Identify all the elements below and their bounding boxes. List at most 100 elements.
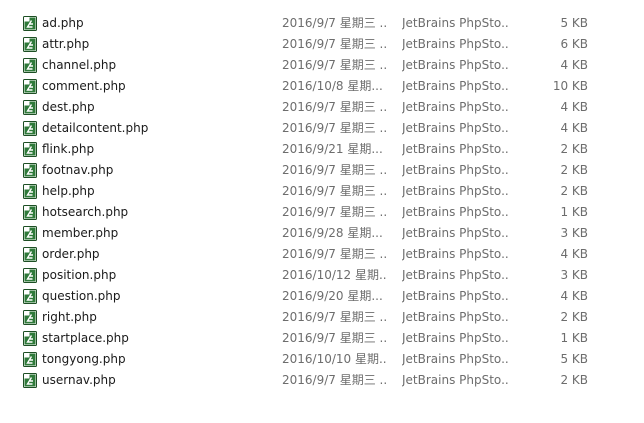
file-date-modified: 2016/10/10 星期... — [282, 352, 386, 366]
file-date-modified: 2016/9/7 星期三 ... — [282, 247, 386, 261]
php-file-icon — [23, 79, 37, 94]
php-file-icon — [23, 142, 37, 157]
file-type: JetBrains PhpSto... — [402, 289, 508, 303]
file-name: right.php — [42, 310, 97, 324]
file-date-modified: 2016/9/7 星期三 ... — [282, 121, 386, 135]
file-row[interactable]: footnav.php 2016/9/7 星期三 ... JetBrains Php… — [0, 160, 644, 181]
file-name: flink.php — [42, 142, 95, 156]
file-name: hotsearch.php — [42, 205, 129, 219]
file-name: help.php — [42, 184, 95, 198]
file-name: usernav.php — [42, 373, 116, 387]
file-size: 4 KB — [560, 289, 588, 303]
file-row[interactable]: flink.php 2016/9/21 星期... JetBrains PhpSto… — [0, 139, 644, 160]
file-size: 4 KB — [560, 121, 588, 135]
file-type: JetBrains PhpSto... — [402, 331, 508, 345]
file-size: 3 KB — [560, 268, 588, 282]
file-row[interactable]: dest.php 2016/9/7 星期三 ... JetBrains PhpSto… — [0, 97, 644, 118]
file-row[interactable]: tongyong.php 2016/10/10 星期... JetBrains Ph… — [0, 349, 644, 370]
php-file-icon — [23, 289, 37, 304]
php-file-icon — [23, 331, 37, 346]
file-row[interactable]: member.php 2016/9/28 星期... JetBrains PhpSt… — [0, 223, 644, 244]
php-file-icon — [23, 268, 37, 283]
php-file-icon — [23, 373, 37, 388]
file-date-modified: 2016/9/21 星期... — [282, 142, 383, 156]
file-type: JetBrains PhpSto... — [402, 37, 508, 51]
file-row[interactable]: right.php 2016/9/7 星期三 ... JetBrains PhpSt… — [0, 307, 644, 328]
file-size: 5 KB — [560, 16, 588, 30]
file-date-modified: 2016/10/8 星期... — [282, 79, 383, 93]
php-file-icon — [23, 163, 37, 178]
file-row[interactable]: attr.php 2016/9/7 星期三 ... JetBrains PhpSto… — [0, 34, 644, 55]
php-file-icon — [23, 121, 37, 136]
file-type: JetBrains PhpSto... — [402, 163, 508, 177]
file-name: startplace.php — [42, 331, 129, 345]
file-type: JetBrains PhpSto... — [402, 268, 508, 282]
file-date-modified: 2016/10/12 星期... — [282, 268, 386, 282]
file-date-modified: 2016/9/20 星期... — [282, 289, 383, 303]
php-file-icon — [23, 226, 37, 241]
file-type: JetBrains PhpSto... — [402, 247, 508, 261]
file-name: comment.php — [42, 79, 126, 93]
file-row[interactable]: comment.php 2016/10/8 星期... JetBrains PhpS… — [0, 76, 644, 97]
file-row[interactable]: channel.php 2016/9/7 星期三 ... JetBrains Php… — [0, 55, 644, 76]
file-name: order.php — [42, 247, 100, 261]
file-type: JetBrains PhpSto... — [402, 226, 508, 240]
file-type: JetBrains PhpSto... — [402, 310, 508, 324]
file-size: 10 KB — [552, 79, 588, 93]
file-size: 4 KB — [560, 58, 588, 72]
file-type: JetBrains PhpSto... — [402, 100, 508, 114]
file-name: tongyong.php — [42, 352, 126, 366]
file-row[interactable]: usernav.php 2016/9/7 星期三 ... JetBrains Php… — [0, 370, 644, 391]
file-list: ad.php 2016/9/7 星期三 ... JetBrains PhpSto..… — [0, 0, 644, 423]
file-size: 5 KB — [560, 352, 588, 366]
file-type: JetBrains PhpSto... — [402, 79, 508, 93]
file-row[interactable]: question.php 2016/9/20 星期... JetBrains Php… — [0, 286, 644, 307]
file-date-modified: 2016/9/7 星期三 ... — [282, 163, 386, 177]
file-type: JetBrains PhpSto... — [402, 352, 508, 366]
file-type: JetBrains PhpSto... — [402, 16, 508, 30]
file-name: detailcontent.php — [42, 121, 149, 135]
file-type: JetBrains PhpSto... — [402, 205, 508, 219]
file-date-modified: 2016/9/7 星期三 ... — [282, 310, 386, 324]
file-size: 2 KB — [560, 373, 588, 387]
php-file-icon — [23, 58, 37, 73]
file-date-modified: 2016/9/7 星期三 ... — [282, 16, 386, 30]
php-file-icon — [23, 310, 37, 325]
file-row[interactable]: help.php 2016/9/7 星期三 ... JetBrains PhpSto… — [0, 181, 644, 202]
file-name: footnav.php — [42, 163, 114, 177]
file-name: ad.php — [42, 16, 84, 30]
file-date-modified: 2016/9/28 星期... — [282, 226, 383, 240]
file-name: attr.php — [42, 37, 90, 51]
file-size: 6 KB — [560, 37, 588, 51]
file-row[interactable]: detailcontent.php 2016/9/7 星期三 ... JetBrai… — [0, 118, 644, 139]
php-file-icon — [23, 205, 37, 220]
file-row[interactable]: startplace.php 2016/9/7 星期三 ... JetBrains … — [0, 328, 644, 349]
php-file-icon — [23, 37, 37, 52]
file-name: dest.php — [42, 100, 95, 114]
file-size: 3 KB — [560, 226, 588, 240]
file-name: question.php — [42, 289, 121, 303]
file-date-modified: 2016/9/7 星期三 ... — [282, 205, 386, 219]
php-file-icon — [23, 100, 37, 115]
file-size: 4 KB — [560, 247, 588, 261]
file-type: JetBrains PhpSto... — [402, 142, 508, 156]
file-row[interactable]: hotsearch.php 2016/9/7 星期三 ... JetBrains P… — [0, 202, 644, 223]
file-type: JetBrains PhpSto... — [402, 373, 508, 387]
file-type: JetBrains PhpSto... — [402, 121, 508, 135]
file-name: position.php — [42, 268, 117, 282]
php-file-icon — [23, 184, 37, 199]
file-date-modified: 2016/9/7 星期三 ... — [282, 58, 386, 72]
php-file-icon — [23, 352, 37, 367]
file-size: 2 KB — [560, 310, 588, 324]
file-row[interactable]: position.php 2016/10/12 星期... JetBrains Ph… — [0, 265, 644, 286]
file-row[interactable]: ad.php 2016/9/7 星期三 ... JetBrains PhpSto..… — [0, 13, 644, 34]
file-name: member.php — [42, 226, 119, 240]
file-row[interactable]: order.php 2016/9/7 星期三 ... JetBrains PhpSt… — [0, 244, 644, 265]
file-name: channel.php — [42, 58, 117, 72]
file-type: JetBrains PhpSto... — [402, 184, 508, 198]
file-size: 4 KB — [560, 100, 588, 114]
file-size: 2 KB — [560, 142, 588, 156]
file-size: 1 KB — [560, 205, 588, 219]
php-file-icon — [23, 247, 37, 262]
file-date-modified: 2016/9/7 星期三 ... — [282, 37, 386, 51]
